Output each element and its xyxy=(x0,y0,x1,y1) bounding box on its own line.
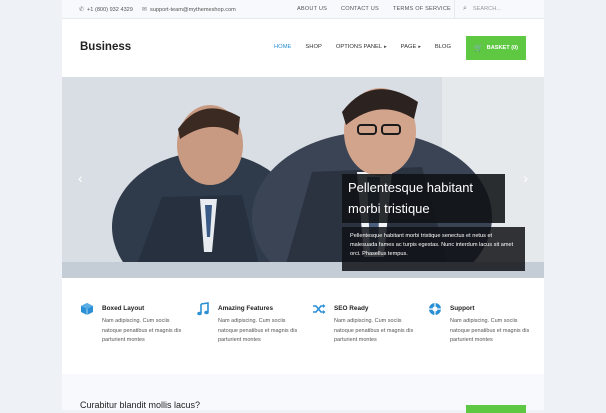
shuffle-icon xyxy=(313,304,326,314)
top-links: ABOUT US CONTACT US TERMS OF SERVICE xyxy=(297,6,451,12)
nav-item-options-panel[interactable]: OPTIONS PANEL ▸ xyxy=(336,44,387,50)
nav-label: PAGE xyxy=(400,44,417,50)
feature-desc: Nam adipiscing. Cum sociis natoque penat… xyxy=(102,318,182,344)
chevron-right-icon: ▸ xyxy=(418,44,421,50)
email-address: support-team@mythemeshop.com xyxy=(149,7,236,13)
nav-label: BLOG xyxy=(434,44,451,50)
nav-item-blog[interactable]: BLOG xyxy=(435,44,451,50)
phone-icon: ✆ xyxy=(79,7,85,13)
slide-title: Pellentesque habitant morbi tristique xyxy=(342,174,505,223)
bottom-section: Curabitur blandit mollis lacus? xyxy=(0,374,606,413)
top-bar: ✆ +1 (800) 932 4329 ✉ support-team@mytheme… xyxy=(62,0,544,19)
main-nav: HOME SHOP OPTIONS PANEL ▸ PAGE ▸ BLOG xyxy=(274,44,465,50)
search-input[interactable]: ⌕ SEARCH... xyxy=(454,0,544,18)
bottom-action-button[interactable] xyxy=(466,405,526,413)
nav-item-shop[interactable]: SHOP xyxy=(305,44,321,50)
lifebuoy-icon xyxy=(429,303,441,315)
basket-label: BASKET (0) xyxy=(486,45,519,51)
nav-item-page[interactable]: PAGE ▸ xyxy=(401,44,421,50)
contact-info: ✆ +1 (800) 932 4329 ✉ support-team@mytheme… xyxy=(79,6,236,13)
hero-slider: ‹ › Pellentesque habitant morbi tristiqu… xyxy=(62,77,544,278)
cart-icon: 🛒 xyxy=(473,45,483,52)
features-section: Boxed Layout Nam adipiscing. Cum sociis … xyxy=(62,278,544,374)
chevron-right-icon: ▸ xyxy=(384,44,387,50)
slide-text: Pellentesque habitant morbi tristique se… xyxy=(342,227,525,271)
cube-icon xyxy=(81,303,93,315)
bottom-inner: Curabitur blandit mollis lacus? xyxy=(62,374,544,413)
slider-prev-arrow[interactable]: ‹ xyxy=(78,171,83,185)
feature-desc: Nam adipiscing. Cum sociis natoque penat… xyxy=(218,318,298,344)
feature-desc: Nam adipiscing. Cum sociis natoque penat… xyxy=(450,318,530,344)
nav-label: SHOP xyxy=(305,44,322,50)
feature-desc: Nam adipiscing. Cum sociis natoque penat… xyxy=(334,318,414,344)
basket-button[interactable]: 🛒 BASKET (0) xyxy=(466,36,526,60)
search-placeholder: SEARCH... xyxy=(472,6,501,12)
feature-title: Boxed Layout xyxy=(102,305,145,312)
site-logo[interactable]: Business xyxy=(80,41,131,53)
nav-label: HOME xyxy=(274,44,292,50)
link-about-us[interactable]: ABOUT US xyxy=(297,6,327,12)
email-contact[interactable]: ✉ support-team@mythemeshop.com xyxy=(142,6,236,13)
envelope-icon: ✉ xyxy=(141,7,147,13)
feature-title: SEO Ready xyxy=(334,305,369,312)
link-contact-us[interactable]: CONTACT US xyxy=(341,6,379,12)
phone-number: +1 (800) 932 4329 xyxy=(87,7,133,13)
phone-contact[interactable]: ✆ +1 (800) 932 4329 xyxy=(79,6,133,13)
nav-label: OPTIONS PANEL xyxy=(335,44,383,50)
header: Business HOME SHOP OPTIONS PANEL ▸ PAGE ▸ … xyxy=(62,19,544,78)
page: ✆ +1 (800) 932 4329 ✉ support-team@mytheme… xyxy=(0,0,606,413)
music-note-icon xyxy=(197,302,209,316)
search-icon: ⌕ xyxy=(463,5,467,12)
slider-next-arrow[interactable]: › xyxy=(523,171,528,185)
section-heading: Curabitur blandit mollis lacus? xyxy=(80,400,201,410)
link-terms-of-service[interactable]: TERMS OF SERVICE xyxy=(393,6,451,12)
nav-item-home[interactable]: HOME xyxy=(274,44,291,50)
feature-title: Amazing Features xyxy=(218,305,274,312)
feature-title: Support xyxy=(450,305,475,312)
